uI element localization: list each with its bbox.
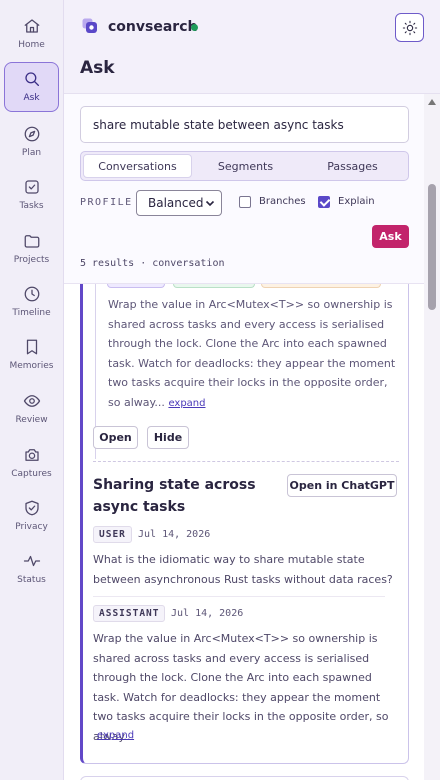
nav-label: Captures <box>11 469 52 479</box>
results-scroll-area[interactable]: Wrap the value in Arc<Mutex<T>> so owner… <box>64 94 440 780</box>
nav-label: Review <box>15 415 48 425</box>
search-icon <box>24 72 39 87</box>
matched-segment: Wrap the value in Arc<Mutex<T>> so owner… <box>95 284 395 459</box>
app-logo-icon <box>82 18 97 33</box>
sun-icon <box>402 20 417 35</box>
profile-label: PROFILE <box>80 197 133 208</box>
nav-item-status[interactable]: Status <box>4 545 59 595</box>
hide-segment-button[interactable]: Hide <box>147 426 189 449</box>
nav-item-plan[interactable]: Plan <box>4 118 59 168</box>
explain-label: Explain <box>338 196 375 207</box>
nav-label: Status <box>17 575 46 585</box>
section-divider <box>93 461 399 462</box>
tab-segments[interactable]: Segments <box>192 154 299 178</box>
assistant-message-text: Wrap the value in Arc<Mutex<T>> so owner… <box>93 632 389 743</box>
scrollbar-thumb[interactable] <box>428 184 436 310</box>
nav-label: Plan <box>21 148 42 158</box>
open-segment-button[interactable]: Open <box>93 426 138 449</box>
app-name: convsearch <box>108 19 198 35</box>
tab-conversations[interactable]: Conversations <box>83 154 192 178</box>
sidebar-nav: Home Ask Plan Tasks Projects Timeline Me… <box>0 0 64 780</box>
nav-label: Memories <box>9 361 54 371</box>
app-header: convsearch Ask <box>64 0 440 94</box>
branches-label: Branches <box>259 196 306 207</box>
nav-item-review[interactable]: Review <box>4 385 59 435</box>
nav-item-ask[interactable]: Ask <box>4 62 59 112</box>
vertical-scrollbar[interactable] <box>424 94 440 780</box>
status-indicator <box>191 24 198 31</box>
bookmark-icon <box>26 339 37 355</box>
chevron-down-icon <box>205 200 215 207</box>
result-card: Wrap the value in Arc<Mutex<T>> so owner… <box>80 280 409 764</box>
branches-checkbox[interactable] <box>239 196 251 208</box>
profile-select-value: Balanced <box>148 196 204 210</box>
nav-item-captures[interactable]: Captures <box>4 439 59 489</box>
nav-label: Timeline <box>12 308 51 318</box>
scroll-up-icon[interactable] <box>428 99 436 105</box>
shield-icon <box>24 500 39 516</box>
search-input[interactable] <box>80 106 409 143</box>
conversation-title: Sharing state across async tasks <box>93 477 256 515</box>
nav-label: Ask <box>23 93 40 103</box>
open-in-chatgpt-button[interactable]: Open in ChatGPT <box>287 474 397 497</box>
page-title: Ask <box>80 58 115 78</box>
results-count: 5 results · conversation <box>80 258 225 269</box>
tab-passages[interactable]: Passages <box>299 154 406 178</box>
folder-icon <box>24 235 39 248</box>
role-badge-user: USER <box>93 526 132 543</box>
ask-button[interactable]: Ask <box>372 225 409 248</box>
role-badge-assistant: ASSISTANT <box>93 605 166 622</box>
compass-icon <box>24 126 39 142</box>
message-divider <box>93 596 385 597</box>
nav-item-privacy[interactable]: Privacy <box>4 492 59 542</box>
home-icon <box>24 19 39 33</box>
nav-label: Home <box>18 40 45 50</box>
nav-item-tasks[interactable]: Tasks <box>4 171 59 221</box>
profile-select[interactable]: Balanced <box>136 190 222 216</box>
message-date: Jul 14, 2026 <box>171 608 244 619</box>
nav-label: Projects <box>13 255 50 265</box>
segment-text: Wrap the value in Arc<Mutex<T>> so owner… <box>108 298 396 409</box>
camera-icon <box>24 449 39 461</box>
user-message-text: What is the idiomatic way to share mutab… <box>93 553 393 586</box>
nav-label: Privacy <box>15 522 48 532</box>
result-card-next <box>80 776 409 780</box>
checkbox-icon <box>24 180 39 194</box>
explain-checkbox[interactable] <box>318 196 330 208</box>
search-panel: Conversations Segments Passages PROFILE … <box>64 94 424 284</box>
nav-label: Tasks <box>19 201 44 211</box>
theme-toggle-button[interactable] <box>395 13 424 42</box>
message-date: Jul 14, 2026 <box>138 529 211 540</box>
nav-item-home[interactable]: Home <box>4 10 59 60</box>
assistant-expand-link[interactable]: expand <box>97 730 134 741</box>
nav-item-projects[interactable]: Projects <box>4 225 59 275</box>
nav-item-memories[interactable]: Memories <box>4 331 59 381</box>
segment-expand-link[interactable]: expand <box>168 398 205 409</box>
pulse-icon <box>23 555 40 567</box>
eye-icon <box>23 395 40 407</box>
clock-icon <box>24 286 39 302</box>
result-type-tabs: Conversations Segments Passages <box>80 151 409 181</box>
nav-item-timeline[interactable]: Timeline <box>4 278 59 328</box>
